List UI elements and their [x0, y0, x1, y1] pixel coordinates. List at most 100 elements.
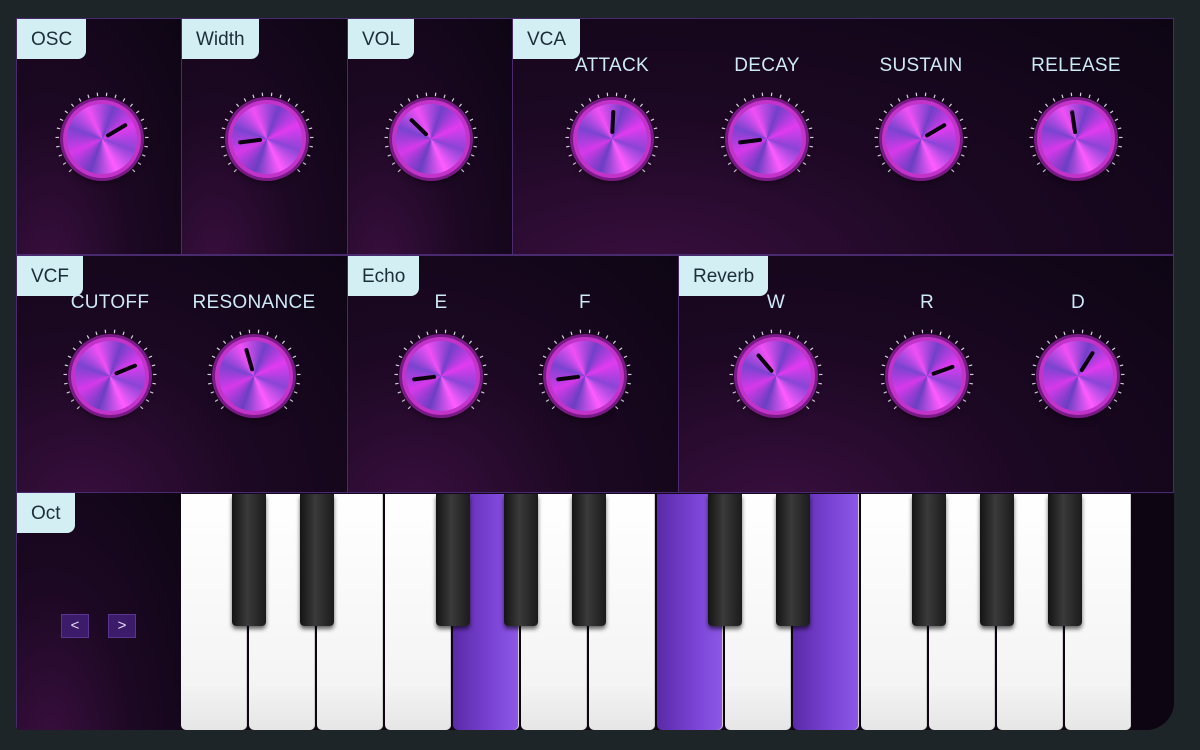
knob-tick	[933, 94, 936, 99]
knob-tick	[1090, 331, 1093, 336]
knob-tick	[954, 110, 959, 114]
knob-tick	[626, 364, 631, 367]
knob-tick	[289, 399, 294, 403]
knob-tick	[470, 405, 475, 410]
knob-tick	[66, 391, 71, 394]
knob-tick	[131, 168, 136, 173]
black-key[interactable]	[1048, 494, 1082, 626]
knob-tick	[1111, 162, 1116, 166]
knob-tick	[889, 103, 894, 107]
black-key[interactable]	[436, 494, 470, 626]
knob-tick	[283, 405, 288, 410]
knob-tick	[620, 399, 625, 403]
knob-tick	[881, 364, 886, 367]
cutoff-label: CUTOFF	[70, 292, 150, 313]
knob-tick	[305, 118, 310, 122]
knob-pointer	[1078, 350, 1096, 373]
black-key[interactable]	[776, 494, 810, 626]
knob-tick	[1114, 118, 1119, 122]
knob-tick	[58, 154, 63, 157]
knob-tick	[605, 335, 609, 339]
octave-down-button[interactable]: <	[61, 614, 89, 638]
knob-tick	[654, 145, 658, 148]
black-key[interactable]	[300, 494, 334, 626]
knob-body	[402, 337, 480, 415]
knob-tick	[968, 364, 973, 367]
knob-body	[1039, 337, 1117, 415]
knob-tick	[1038, 110, 1043, 114]
reverb-w-label: W	[766, 292, 786, 313]
knob-pointer	[113, 363, 138, 376]
black-key[interactable]	[912, 494, 946, 626]
vol-knob[interactable]	[383, 91, 479, 187]
knob-face	[406, 341, 476, 411]
knob-tick	[216, 347, 221, 351]
knob-tick	[1032, 382, 1036, 385]
knob-tick	[1052, 98, 1056, 102]
knob-tick	[721, 145, 725, 148]
knob-tick	[647, 162, 652, 166]
knob-body	[228, 100, 306, 178]
knob-tick	[229, 110, 234, 114]
knob-tick	[221, 145, 225, 148]
knob-tick	[458, 103, 463, 107]
black-key[interactable]	[980, 494, 1014, 626]
knob-tick	[464, 110, 469, 114]
knob-tick	[960, 154, 965, 157]
knob-tick	[947, 335, 951, 339]
knob-tick	[1119, 364, 1124, 367]
attack-knob[interactable]	[564, 91, 660, 187]
reverb-w-knob[interactable]	[728, 328, 824, 424]
knob-tick	[279, 94, 282, 99]
decay-knob[interactable]	[719, 91, 815, 187]
knob-tick	[281, 340, 286, 344]
resonance-knob[interactable]	[206, 328, 302, 424]
knob-tick	[572, 162, 577, 166]
black-key[interactable]	[708, 494, 742, 626]
echo-f-knob[interactable]	[537, 328, 633, 424]
reverb-d-knob[interactable]	[1030, 328, 1126, 424]
knob-tick	[883, 391, 888, 394]
width-panel: Width	[181, 18, 348, 255]
knob-tick	[409, 340, 414, 344]
knob-tick	[461, 335, 465, 339]
reverb-r-label: R	[919, 292, 935, 313]
black-key[interactable]	[572, 494, 606, 626]
knob-tick	[623, 355, 628, 359]
knob-tick	[114, 94, 117, 99]
reverb-r-knob[interactable]	[879, 328, 975, 424]
knob-pointer	[408, 117, 429, 137]
black-key[interactable]	[232, 494, 266, 626]
sustain-knob[interactable]	[873, 91, 969, 187]
knob-tick	[962, 127, 967, 130]
knob-tick	[547, 347, 552, 351]
knob-tick	[1035, 355, 1040, 359]
knob-tick	[969, 382, 973, 385]
osc-knob[interactable]	[54, 91, 150, 187]
knob-tick	[68, 168, 73, 173]
knob-tick	[308, 127, 313, 130]
knob-tick	[618, 347, 623, 351]
release-knob[interactable]	[1028, 91, 1124, 187]
echo-e-label: E	[434, 292, 448, 313]
octave-up-button[interactable]: >	[108, 614, 136, 638]
knob-tick	[624, 391, 629, 394]
black-key[interactable]	[504, 494, 538, 626]
knob-pointer	[1069, 110, 1078, 135]
osc-panel: OSC	[16, 18, 182, 255]
knob-tick	[416, 94, 419, 99]
knob-tick	[1032, 364, 1037, 367]
decay-label: DECAY	[734, 55, 800, 76]
cutoff-knob[interactable]	[62, 328, 158, 424]
knob-tick	[752, 335, 756, 339]
knob-tick	[578, 168, 583, 173]
knob-tick	[887, 399, 892, 403]
knob-pointer	[411, 374, 437, 382]
knob-tick	[141, 154, 146, 157]
knob-tick	[553, 340, 558, 344]
width-knob[interactable]	[219, 91, 315, 187]
knob-face	[67, 104, 137, 174]
knob-tick	[814, 355, 819, 359]
echo-e-knob[interactable]	[393, 328, 489, 424]
knob-tick	[151, 364, 156, 367]
